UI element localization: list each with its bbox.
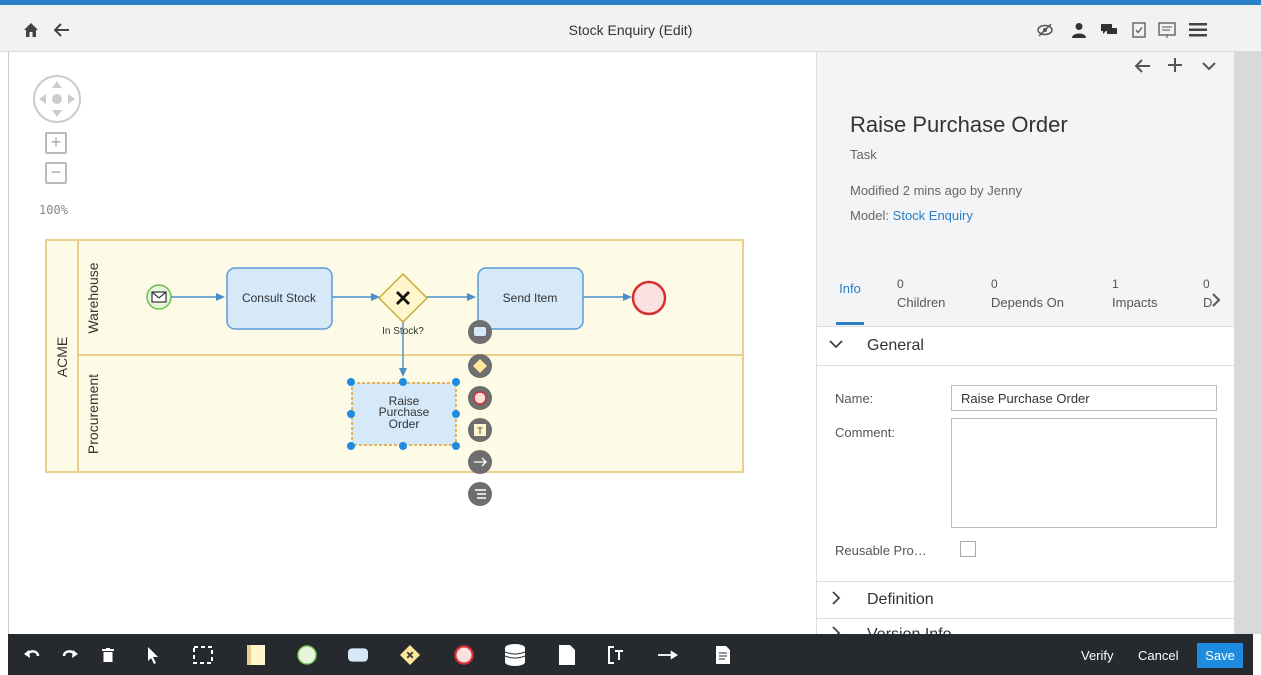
tab-label: Info	[839, 281, 861, 296]
chevron-down-icon	[829, 337, 843, 355]
redo-icon[interactable]	[60, 646, 80, 664]
checklist-icon[interactable]	[1128, 19, 1150, 41]
plus-icon[interactable]	[1167, 56, 1183, 79]
name-label: Name:	[835, 391, 874, 406]
model-info: Model: Stock Enquiry	[850, 208, 973, 223]
save-button[interactable]: Save	[1197, 643, 1243, 668]
section-label: General	[867, 337, 924, 354]
tab-bar: Info 0 Children 0 Depends On 1 Impacts 0…	[817, 259, 1234, 327]
end-event-tool-icon[interactable]	[468, 386, 492, 410]
object-title: Raise Purchase Order	[850, 112, 1068, 137]
task-label: Send Item	[503, 291, 558, 305]
chevron-right-icon[interactable]	[1211, 293, 1221, 310]
model-link[interactable]: Stock Enquiry	[893, 208, 973, 223]
connector-tool-icon[interactable]	[468, 450, 492, 474]
task-tool-icon[interactable]	[468, 320, 492, 344]
task-raise-purchase-order[interactable]: Raise Purchase Order	[347, 378, 460, 450]
properties-panel: Raise Purchase Order Task Modified 2 min…	[816, 52, 1234, 634]
more-tool-icon[interactable]	[468, 482, 492, 506]
cancel-button[interactable]: Cancel	[1138, 648, 1178, 663]
hide-icon[interactable]	[1034, 19, 1056, 41]
section-label: Version Info	[867, 626, 952, 634]
presentation-icon[interactable]	[1156, 19, 1178, 41]
tab-count: 0	[1203, 277, 1210, 291]
gateway-icon[interactable]	[400, 645, 420, 665]
bpmn-diagram: ACME Warehouse Procurement Consult Stock	[45, 239, 744, 506]
chevron-right-icon	[829, 591, 843, 609]
diagram-canvas[interactable]: + − 100% ACME Warehouse Procurement Cons…	[8, 52, 814, 634]
chevron-down-icon[interactable]	[1201, 56, 1217, 79]
task-send-item[interactable]: Send Item	[477, 267, 584, 330]
name-field[interactable]	[951, 385, 1217, 411]
modified-info: Modified 2 mins ago by Jenny	[850, 183, 1022, 198]
tab-count: 1	[1112, 277, 1119, 291]
tab-count: 0	[991, 277, 998, 291]
comments-icon[interactable]	[1098, 19, 1120, 41]
title-bar: Stock Enquiry (Edit)	[0, 0, 1261, 52]
tab-info[interactable]: Info	[836, 277, 864, 325]
lane-label-warehouse: Warehouse	[85, 262, 101, 333]
comment-field[interactable]	[951, 418, 1217, 528]
verify-button[interactable]: Verify	[1081, 648, 1114, 663]
comment-label: Comment:	[835, 425, 895, 440]
tab-count: 0	[897, 277, 904, 291]
data-store-icon[interactable]	[505, 644, 525, 666]
tab-active-indicator	[836, 322, 864, 325]
object-type: Task	[850, 147, 877, 162]
text-annotation-icon[interactable]	[607, 646, 627, 664]
text-annotation-tool-icon[interactable]: T	[468, 418, 492, 442]
svg-text:T: T	[476, 427, 483, 437]
tab-depends-on[interactable]: 0 Depends On	[991, 277, 1081, 310]
document-icon[interactable]	[713, 646, 733, 664]
end-event[interactable]	[631, 280, 667, 316]
section-definition[interactable]: Definition	[817, 581, 1234, 619]
lane-label-procurement: Procurement	[85, 374, 101, 454]
reusable-label: Reusable Pro…	[835, 543, 927, 558]
section-general[interactable]: General	[817, 328, 1234, 366]
delete-icon[interactable]	[98, 646, 118, 664]
panel-scrollbar[interactable]	[1234, 52, 1261, 634]
tab-label: Depends On	[991, 295, 1064, 310]
back-arrow-icon[interactable]	[1134, 56, 1151, 79]
gateway-tool-icon[interactable]	[468, 354, 492, 378]
end-event-icon[interactable]	[454, 645, 474, 665]
chevron-right-icon	[829, 626, 843, 634]
task-label: Consult Stock	[242, 291, 317, 305]
section-version-info[interactable]: Version Info	[817, 617, 1234, 634]
section-label: Definition	[867, 591, 934, 608]
bottom-toolbar: Verify Cancel Save	[8, 634, 1253, 675]
start-event-icon[interactable]	[297, 645, 317, 665]
select-area-icon[interactable]	[193, 646, 213, 664]
data-object-icon[interactable]	[557, 645, 577, 665]
menu-icon[interactable]	[1187, 19, 1209, 41]
panel-header: Raise Purchase Order Task Modified 2 min…	[817, 52, 1234, 259]
reusable-checkbox[interactable]	[960, 541, 976, 557]
tab-children[interactable]: 0 Children	[897, 277, 957, 310]
model-prefix: Model:	[850, 208, 890, 223]
start-message-event[interactable]	[146, 284, 172, 310]
tab-impacts[interactable]: 1 Impacts	[1112, 277, 1172, 310]
gateway-label: In Stock?	[382, 326, 424, 337]
user-icon[interactable]	[1068, 19, 1090, 41]
task-label-line3: Order	[389, 417, 420, 431]
pointer-icon[interactable]	[143, 646, 163, 664]
sequence-flow-icon[interactable]	[658, 646, 678, 664]
tab-label: Children	[897, 295, 946, 310]
pool-label: ACME	[54, 337, 70, 377]
pool-icon[interactable]	[246, 645, 266, 665]
task-consult-stock[interactable]: Consult Stock	[226, 267, 333, 330]
undo-icon[interactable]	[22, 646, 42, 664]
tab-label: Impacts	[1112, 295, 1158, 310]
task-icon[interactable]	[348, 646, 368, 664]
